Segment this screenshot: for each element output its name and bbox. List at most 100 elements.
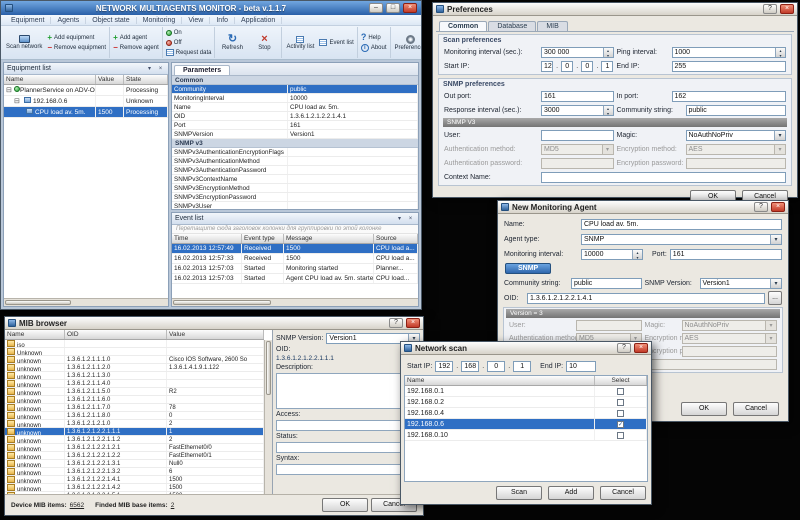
table-row[interactable]: unknown 1.3.6.1.2.1.1.5.0 R2 <box>5 388 264 396</box>
table-row[interactable]: Unknown <box>5 348 264 356</box>
user-input[interactable] <box>541 129 614 141</box>
refresh-button[interactable]: ↻ Refresh <box>217 33 247 51</box>
section-row[interactable]: Common <box>172 76 418 85</box>
help-button[interactable]: ? <box>389 318 403 328</box>
in-port-input[interactable]: 162 <box>671 90 786 102</box>
checkbox[interactable] <box>617 409 624 417</box>
table-row[interactable]: unknown 1.3.6.1.2.1.1.3.0 <box>5 372 264 380</box>
ip-octet-input[interactable]: 192 <box>435 360 454 372</box>
column-header[interactable]: Name <box>405 376 595 385</box>
table-row[interactable]: 16.02.2013 12:57:03 Started Agent CPU load… <box>172 274 418 284</box>
community-string-input[interactable]: public <box>571 277 642 289</box>
checkbox[interactable] <box>617 387 624 395</box>
equipment-list-header[interactable]: Equipment list ▾ × <box>4 63 168 75</box>
ribbon-tab-monitoring[interactable]: Monitoring <box>137 16 183 24</box>
table-row[interactable]: SNMPv3User <box>172 202 418 209</box>
end-ip-input[interactable]: 255 <box>671 60 786 72</box>
tab-snmp[interactable]: SNMP <box>505 263 552 274</box>
snmp-version-select[interactable]: Version1 <box>699 277 782 289</box>
end-ip-input[interactable]: 10 <box>566 360 597 372</box>
ok-button[interactable]: OK <box>322 498 368 512</box>
description-box[interactable] <box>276 373 420 409</box>
ip-octet-input[interactable]: 0 <box>581 60 594 72</box>
table-row[interactable]: unknown 1.3.6.1.2.1.2.2.1.1.2 2 <box>5 436 264 444</box>
table-row[interactable]: 192.168.0.4 <box>405 408 647 419</box>
access-box[interactable] <box>276 420 420 431</box>
table-row[interactable]: 16.02.2013 12:57:33 Received 1500 CPU load … <box>172 254 418 264</box>
close-icon[interactable]: × <box>771 202 785 212</box>
tab-mib[interactable]: MIB <box>537 21 568 31</box>
table-row[interactable]: 192.168.0.6 ✓ <box>405 419 647 430</box>
column-header[interactable]: Value <box>167 330 264 339</box>
add-agent-button[interactable]: + Add agent <box>112 33 160 42</box>
ribbon-tab-object-state[interactable]: Object state <box>86 16 137 24</box>
table-row[interactable]: SNMPv3AuthenticationMethod <box>172 157 418 166</box>
close-icon[interactable]: × <box>406 318 420 328</box>
table-row[interactable]: unknown 1.3.6.1.2.1.2.2.1.2.2 FastEthernet… <box>5 452 264 460</box>
table-row[interactable]: 192.168.0.1 <box>405 386 647 397</box>
table-row[interactable]: Name CPU load av. 5m. <box>172 103 418 112</box>
horizontal-scrollbar[interactable] <box>4 298 168 306</box>
cancel-button[interactable]: Cancel <box>733 402 779 416</box>
magic-select[interactable]: NoAuthNoPriv <box>681 320 777 331</box>
table-row[interactable]: unknown1.3.6.1.2.1.2.2.1.5.11500 <box>5 492 264 494</box>
expander-icon[interactable]: ⊟ <box>6 85 13 95</box>
agent-name-input[interactable]: CPU load av. 5m. <box>581 218 782 230</box>
ribbon-tab-equipment[interactable]: Equipment <box>5 16 52 24</box>
checkbox[interactable]: ✓ <box>617 420 624 428</box>
encryption-password-input[interactable] <box>685 157 786 169</box>
syntax-box[interactable] <box>276 464 420 475</box>
maximize-button[interactable]: □ <box>386 3 400 13</box>
column-header[interactable]: State <box>124 75 168 84</box>
encryption-password-input[interactable] <box>681 346 777 357</box>
out-port-input[interactable]: 161 <box>541 90 614 102</box>
chevron-down-icon[interactable]: ▾ <box>395 215 404 223</box>
tab-parameters[interactable]: Parameters <box>174 65 231 75</box>
table-row[interactable]: unknown 1.3.6.1.2.1.2.1.0 2 <box>5 420 264 428</box>
table-row[interactable]: CPU load av. 5m. 1500 Processing <box>4 107 168 118</box>
event-list-header[interactable]: Event list ▾ × <box>172 213 418 225</box>
on-button[interactable]: On <box>165 28 213 37</box>
table-row[interactable]: unknown 1.3.6.1.2.1.2.2.1.2.1 FastEthernet… <box>5 444 264 452</box>
ribbon-tab-agents[interactable]: Agents <box>51 16 87 24</box>
community-string-input[interactable]: public <box>685 104 786 116</box>
table-row[interactable]: unknown 1.3.6.1.2.1.1.6.0 <box>5 396 264 404</box>
authentication-password-input[interactable] <box>541 157 614 169</box>
table-row[interactable]: unknown 1.3.6.1.2.1.1.1.0 Cisco IOS Softwa… <box>5 356 264 364</box>
table-row[interactable]: unknown 1.3.6.1.2.1.1.8.0 0 <box>5 412 264 420</box>
ip-octet-input[interactable]: 1 <box>513 360 532 372</box>
column-header[interactable]: OID <box>65 330 167 339</box>
ribbon-tab-info[interactable]: Info <box>210 16 236 24</box>
about-button[interactable]: i About <box>360 43 388 52</box>
agent-type-select[interactable]: SNMP <box>581 233 782 245</box>
help-button[interactable]: ? Help <box>360 33 388 42</box>
table-row[interactable]: unknown 1.3.6.1.2.1.2.2.1.1.1 1 <box>5 428 264 436</box>
preferences-titlebar[interactable]: Preferences ? × <box>433 3 797 16</box>
close-icon[interactable]: × <box>403 3 417 13</box>
table-row[interactable]: unknown 1.3.6.1.2.1.2.2.1.4.1 1500 <box>5 476 264 484</box>
oid-input[interactable]: 1.3.6.1.2.1.2.2.1.4.1 <box>527 292 765 304</box>
help-button[interactable]: ? <box>617 343 631 353</box>
expander-icon[interactable]: ⊟ <box>14 96 21 106</box>
scrollbar-thumb[interactable] <box>266 341 271 395</box>
table-row[interactable]: unknown 1.3.6.1.2.1.2.2.1.3.2 6 <box>5 468 264 476</box>
table-row[interactable]: 16.02.2013 12:57:49 Received 1500 CPU load … <box>172 244 418 254</box>
column-header[interactable]: Message <box>284 234 374 243</box>
scrollbar-thumb[interactable] <box>5 300 71 305</box>
column-header[interactable]: Name <box>4 75 96 84</box>
close-icon[interactable]: × <box>780 4 794 14</box>
add-equipment-button[interactable]: + Add equipment <box>46 33 107 42</box>
table-row[interactable]: unknown 1.3.6.1.2.1.1.7.0 78 <box>5 404 264 412</box>
table-row[interactable]: 16.02.2013 12:57:03 Started Monitoring sta… <box>172 264 418 274</box>
agent-titlebar[interactable]: New Monitoring Agent ? × <box>498 201 788 214</box>
chevron-down-icon[interactable]: ▾ <box>145 65 154 73</box>
encryption-method-select[interactable]: AES <box>681 333 777 344</box>
off-button[interactable]: Off <box>165 38 213 47</box>
activity-list-button[interactable]: Activity list <box>284 35 316 50</box>
mib-titlebar[interactable]: MIB browser ? × <box>5 317 423 330</box>
context-name-input[interactable] <box>541 171 786 183</box>
add-button[interactable]: Add <box>548 486 594 500</box>
table-row[interactable]: SNMPVersion Version1 <box>172 130 418 139</box>
table-row[interactable]: unknown 1.3.6.1.2.1.1.4.0 <box>5 380 264 388</box>
cancel-button[interactable]: Cancel <box>600 486 646 500</box>
